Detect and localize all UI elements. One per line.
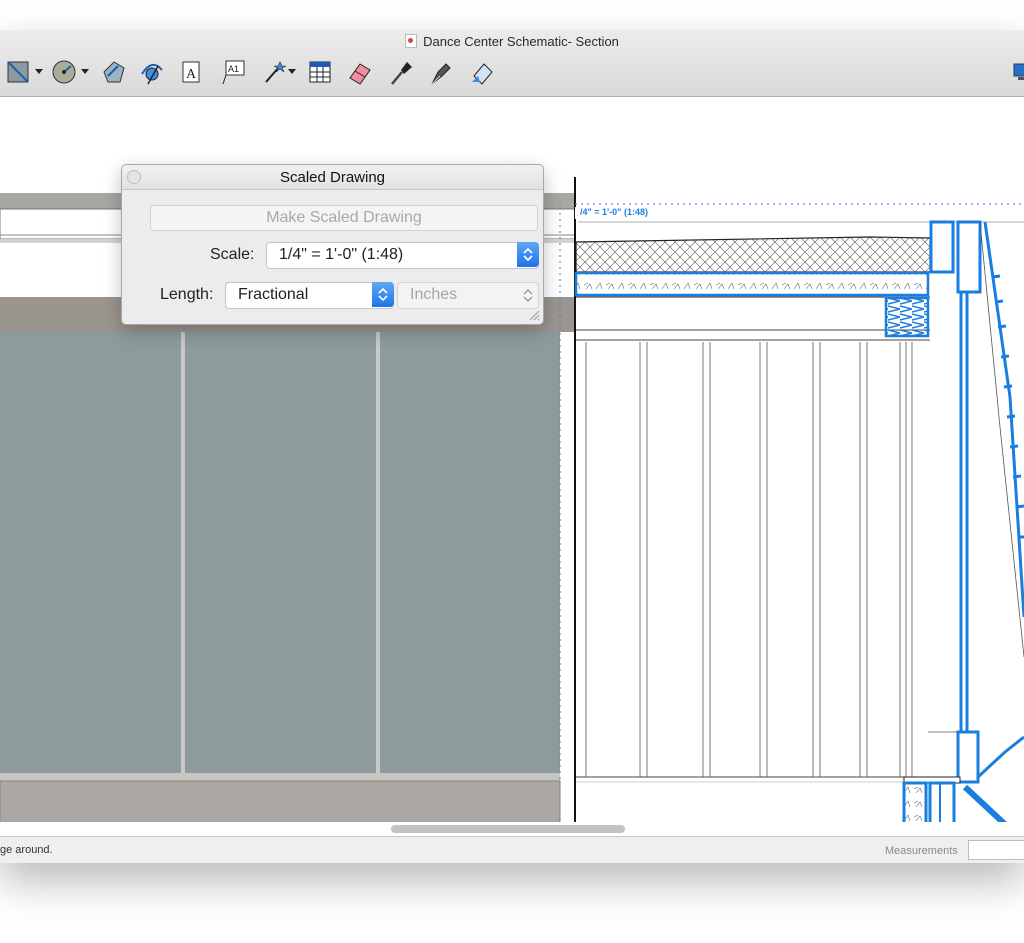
eraser-icon[interactable] <box>346 58 374 88</box>
fill-bucket-icon[interactable] <box>468 58 496 88</box>
length-units-value: Inches <box>410 286 458 303</box>
status-bar: ge around. Measurements <box>0 836 1024 863</box>
svg-text:A: A <box>186 67 197 82</box>
svg-text:A1: A1 <box>228 64 239 74</box>
length-format-value: Fractional <box>238 286 309 303</box>
panel-title: Scaled Drawing <box>279 169 386 186</box>
horizontal-scrollbar[interactable] <box>391 825 625 833</box>
length-label: Length: <box>160 286 214 303</box>
orbit-view-icon[interactable] <box>138 58 166 88</box>
title-bar: Dance Center Schematic- Section A A1 <box>0 30 1024 97</box>
label-tool-icon[interactable]: A1 <box>220 58 246 88</box>
status-text: ge around. <box>0 844 53 856</box>
stepper-icon <box>522 288 534 308</box>
scale-label: Scale: <box>210 246 255 263</box>
magic-wand-icon[interactable] <box>260 58 298 88</box>
protractor-tool-icon[interactable] <box>100 58 128 88</box>
table-icon[interactable] <box>308 58 334 88</box>
chevron-down-icon[interactable] <box>288 69 296 74</box>
chevron-down-icon[interactable] <box>81 69 89 74</box>
monitor-icon[interactable] <box>1013 62 1024 92</box>
resize-grip-icon[interactable] <box>528 309 540 321</box>
length-units-select: Inches <box>397 282 539 309</box>
chevron-down-icon[interactable] <box>35 69 43 74</box>
stepper-icon[interactable] <box>517 242 539 267</box>
section-fill-tool-icon[interactable] <box>4 58 44 88</box>
scale-select[interactable]: 1/4" = 1'-0" (1:48) <box>266 242 539 269</box>
scale-value: 1/4" = 1'-0" (1:48) <box>279 246 404 263</box>
document-icon <box>405 34 418 48</box>
window-title: Dance Center Schematic- Section <box>0 34 1024 49</box>
layout-window: Dance Center Schematic- Section A A1 1/4… <box>0 30 1024 863</box>
make-scaled-drawing-button[interactable]: Make Scaled Drawing <box>150 205 538 231</box>
measurements-input[interactable] <box>968 840 1024 860</box>
scale-note-mask <box>575 207 580 219</box>
scaled-drawing-panel: Scaled Drawing Make Scaled Drawing Scale… <box>121 164 544 325</box>
eyedropper-icon[interactable] <box>388 58 414 88</box>
section-drawing[interactable] <box>574 203 1024 822</box>
scale-note-label: 1/4" = 1'-0" (1:48) <box>575 207 648 217</box>
pen-nib-icon[interactable] <box>428 58 454 88</box>
measurements-label: Measurements <box>885 845 958 857</box>
text-tool-icon[interactable]: A <box>180 58 204 88</box>
stepper-icon[interactable] <box>372 282 394 307</box>
panel-title-bar[interactable]: Scaled Drawing <box>122 165 543 190</box>
length-format-select[interactable]: Fractional <box>225 282 394 309</box>
dimension-tool-icon[interactable] <box>50 58 90 88</box>
